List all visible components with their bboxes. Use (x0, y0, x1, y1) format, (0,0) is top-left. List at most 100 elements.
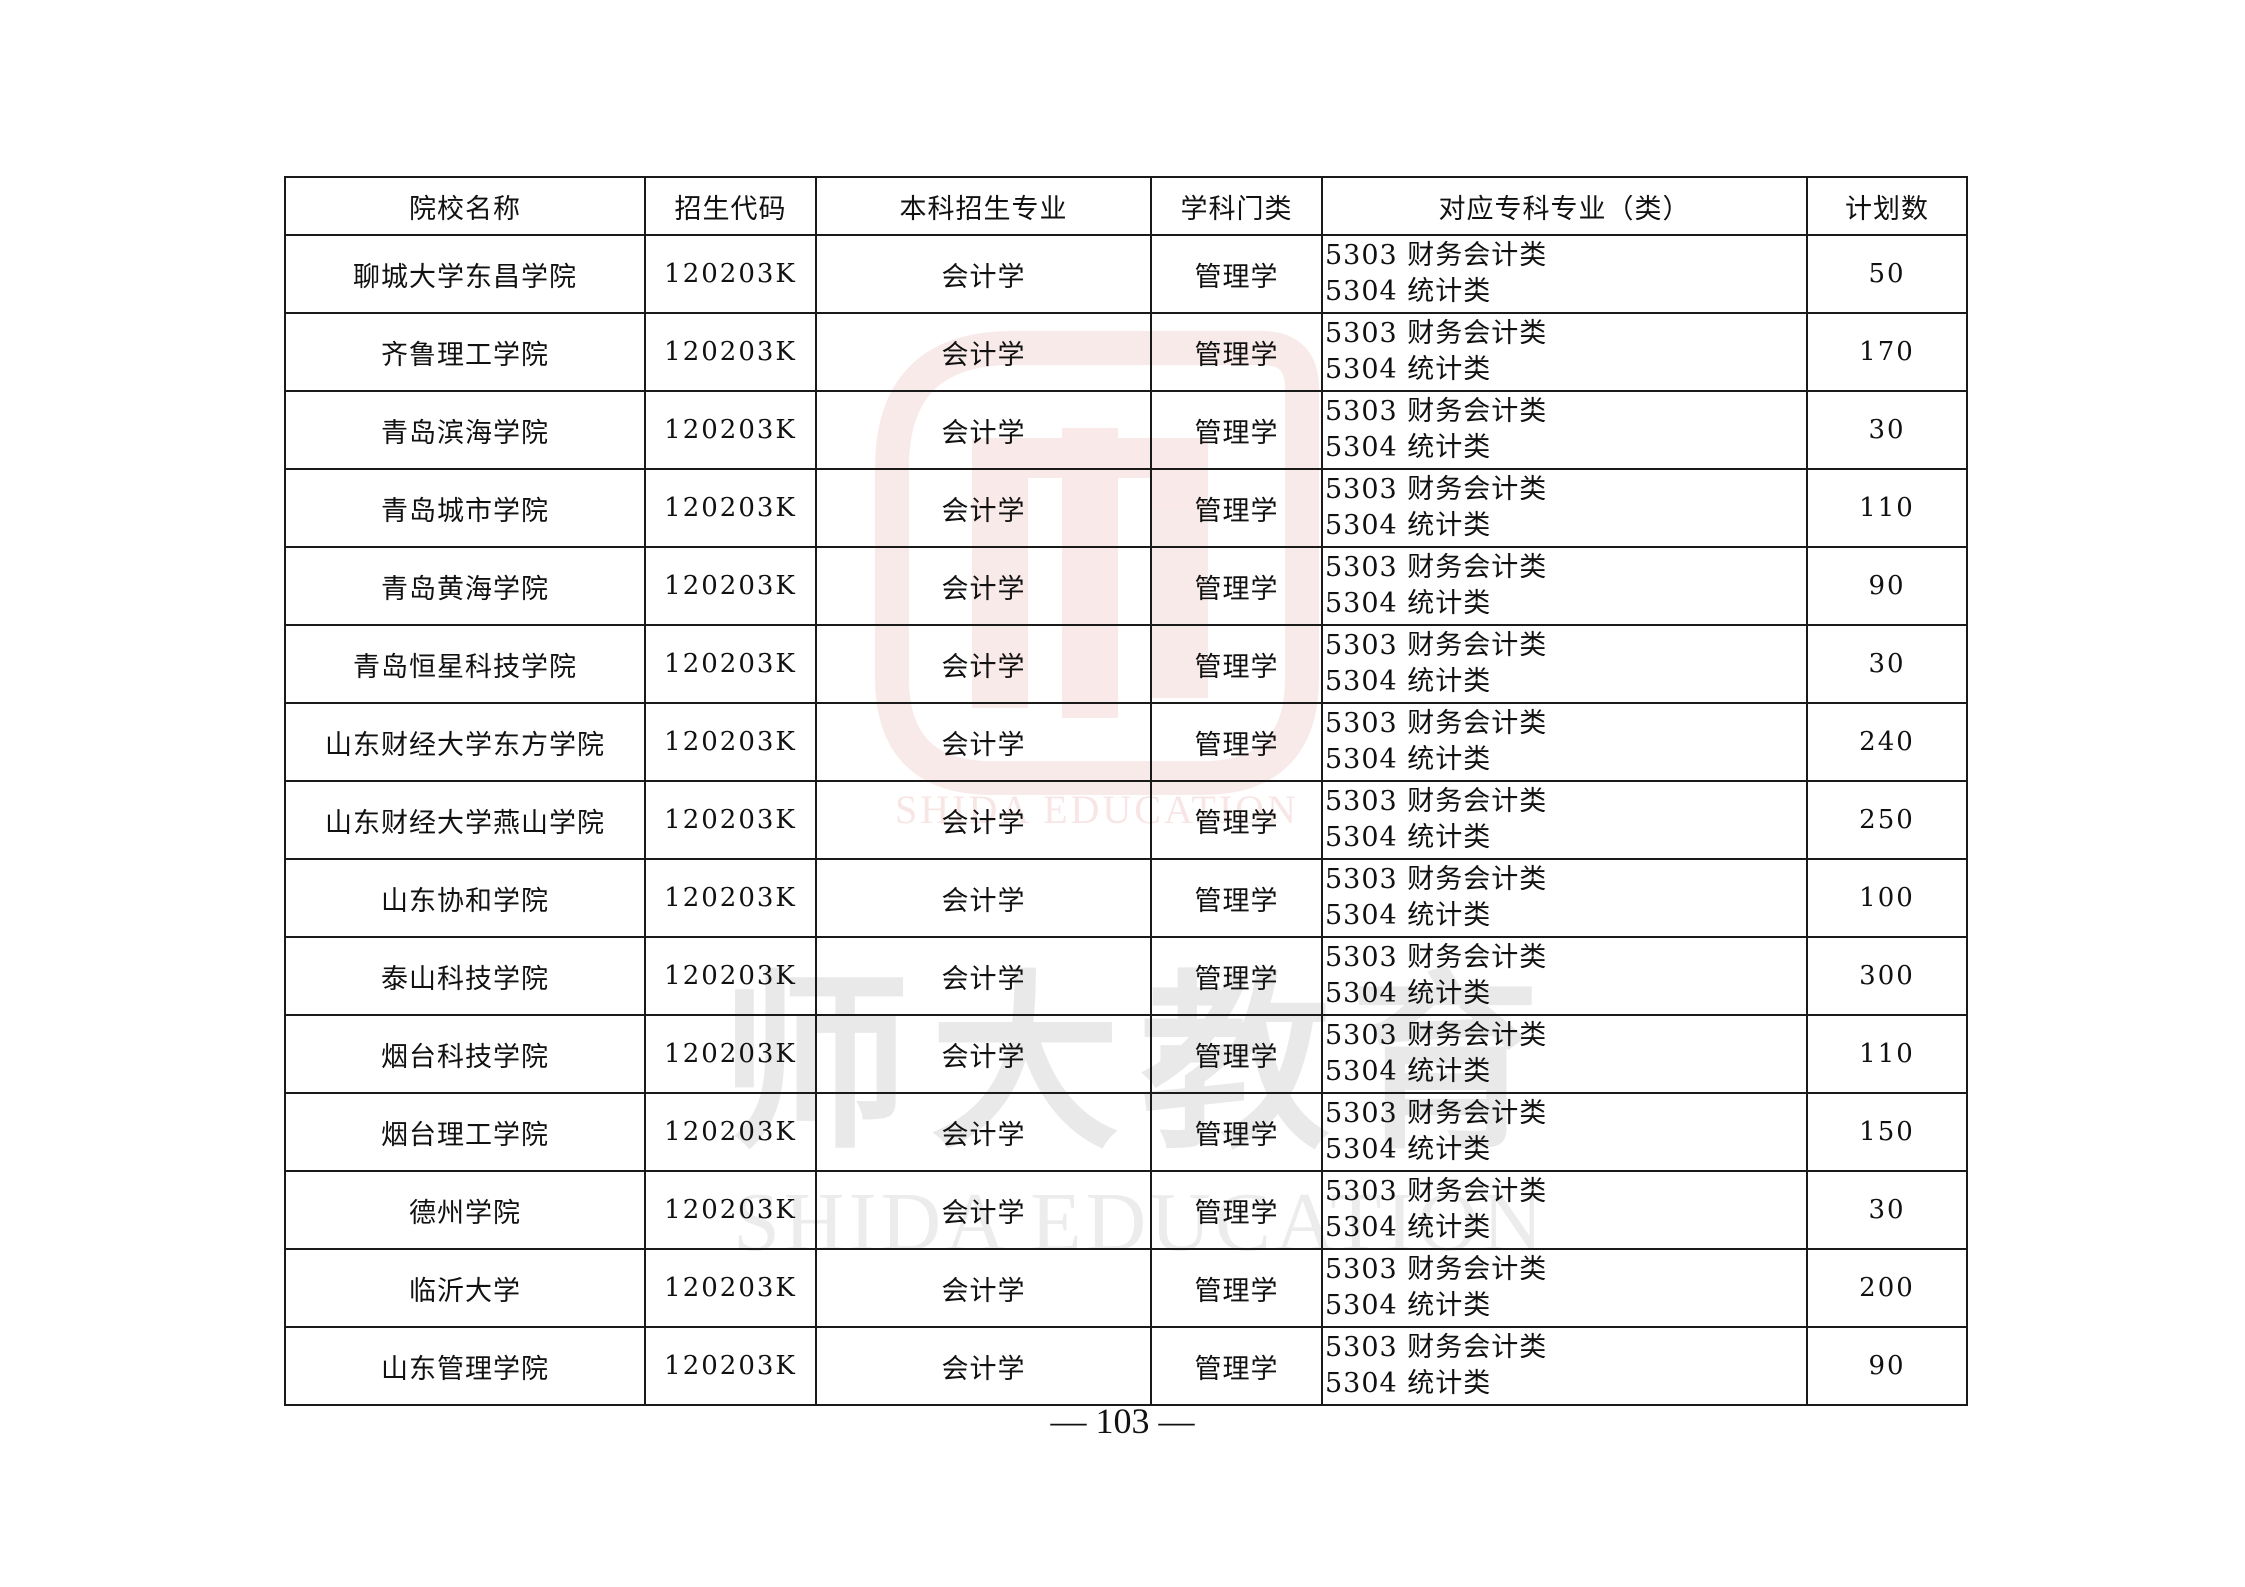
plan-cell: 90 (1806, 546, 1968, 626)
code-cell: 120203K (644, 1248, 817, 1328)
category-cell: 管理学 (1150, 546, 1323, 626)
table-row: 临沂大学 120203K 会计学 管理学 5303 财务会计类 5304 统计类… (284, 1248, 1968, 1328)
related-line: 5303 财务会计类 (1325, 1176, 1548, 1207)
major-cell: 会计学 (815, 546, 1152, 626)
related-cell: 5303 财务会计类 5304 统计类 (1321, 468, 1808, 548)
table-row: 青岛城市学院 120203K 会计学 管理学 5303 财务会计类 5304 统… (284, 468, 1968, 548)
related-cell: 5303 财务会计类 5304 统计类 (1321, 936, 1808, 1016)
related-cell: 5303 财务会计类 5304 统计类 (1321, 858, 1808, 938)
major-cell: 会计学 (815, 468, 1152, 548)
header-related: 对应专科专业（类） (1321, 176, 1808, 236)
school-cell: 青岛恒星科技学院 (284, 624, 646, 704)
category-cell: 管理学 (1150, 702, 1323, 782)
code-cell: 120203K (644, 1092, 817, 1172)
related-line: 5304 统计类 (1325, 1368, 1492, 1399)
category-cell: 管理学 (1150, 1014, 1323, 1094)
major-cell: 会计学 (815, 312, 1152, 392)
plan-cell: 50 (1806, 234, 1968, 314)
plan-cell: 30 (1806, 1170, 1968, 1250)
major-cell: 会计学 (815, 1092, 1152, 1172)
school-cell: 烟台理工学院 (284, 1092, 646, 1172)
related-cell: 5303 财务会计类 5304 统计类 (1321, 1170, 1808, 1250)
plan-cell: 90 (1806, 1326, 1968, 1406)
header-code: 招生代码 (644, 176, 817, 236)
code-cell: 120203K (644, 1326, 817, 1406)
related-cell: 5303 财务会计类 5304 统计类 (1321, 1014, 1808, 1094)
page-number: — 103 — (1050, 1401, 1195, 1441)
school-cell: 山东协和学院 (284, 858, 646, 938)
school-cell: 聊城大学东昌学院 (284, 234, 646, 314)
major-cell: 会计学 (815, 624, 1152, 704)
school-cell: 临沂大学 (284, 1248, 646, 1328)
related-cell: 5303 财务会计类 5304 统计类 (1321, 780, 1808, 860)
table-row: 烟台理工学院 120203K 会计学 管理学 5303 财务会计类 5304 统… (284, 1092, 1968, 1172)
related-line: 5303 财务会计类 (1325, 1020, 1548, 1051)
related-cell: 5303 财务会计类 5304 统计类 (1321, 234, 1808, 314)
related-line: 5304 统计类 (1325, 276, 1492, 307)
major-cell: 会计学 (815, 702, 1152, 782)
code-cell: 120203K (644, 546, 817, 626)
related-line: 5304 统计类 (1325, 900, 1492, 931)
table-row: 聊城大学东昌学院 120203K 会计学 管理学 5303 财务会计类 5304… (284, 234, 1968, 314)
plan-cell: 30 (1806, 390, 1968, 470)
school-cell: 山东财经大学东方学院 (284, 702, 646, 782)
table-row: 齐鲁理工学院 120203K 会计学 管理学 5303 财务会计类 5304 统… (284, 312, 1968, 392)
category-cell: 管理学 (1150, 780, 1323, 860)
related-line: 5304 统计类 (1325, 666, 1492, 697)
table-row: 青岛恒星科技学院 120203K 会计学 管理学 5303 财务会计类 5304… (284, 624, 1968, 704)
plan-cell: 300 (1806, 936, 1968, 1016)
related-line: 5303 财务会计类 (1325, 318, 1548, 349)
related-cell: 5303 财务会计类 5304 统计类 (1321, 1326, 1808, 1406)
code-cell: 120203K (644, 390, 817, 470)
header-major: 本科招生专业 (815, 176, 1152, 236)
category-cell: 管理学 (1150, 234, 1323, 314)
category-cell: 管理学 (1150, 312, 1323, 392)
related-cell: 5303 财务会计类 5304 统计类 (1321, 702, 1808, 782)
school-cell: 泰山科技学院 (284, 936, 646, 1016)
related-line: 5304 统计类 (1325, 1212, 1492, 1243)
related-cell: 5303 财务会计类 5304 统计类 (1321, 1092, 1808, 1172)
table-row: 山东财经大学燕山学院 120203K 会计学 管理学 5303 财务会计类 53… (284, 780, 1968, 860)
category-cell: 管理学 (1150, 858, 1323, 938)
table-row: 烟台科技学院 120203K 会计学 管理学 5303 财务会计类 5304 统… (284, 1014, 1968, 1094)
plan-cell: 110 (1806, 1014, 1968, 1094)
related-line: 5304 统计类 (1325, 510, 1492, 541)
code-cell: 120203K (644, 1170, 817, 1250)
document-page: SHIDA EDUCATION 师大教育 SHIDA EDUCATION 院校名… (0, 0, 2245, 1587)
related-line: 5304 统计类 (1325, 588, 1492, 619)
related-line: 5304 统计类 (1325, 822, 1492, 853)
major-cell: 会计学 (815, 780, 1152, 860)
category-cell: 管理学 (1150, 1248, 1323, 1328)
school-cell: 德州学院 (284, 1170, 646, 1250)
category-cell: 管理学 (1150, 390, 1323, 470)
code-cell: 120203K (644, 780, 817, 860)
table-header-row: 院校名称 招生代码 本科招生专业 学科门类 对应专科专业（类） 计划数 (284, 176, 1968, 236)
category-cell: 管理学 (1150, 1326, 1323, 1406)
major-cell: 会计学 (815, 234, 1152, 314)
header-category: 学科门类 (1150, 176, 1323, 236)
table-row: 青岛滨海学院 120203K 会计学 管理学 5303 财务会计类 5304 统… (284, 390, 1968, 470)
plan-cell: 170 (1806, 312, 1968, 392)
code-cell: 120203K (644, 468, 817, 548)
code-cell: 120203K (644, 624, 817, 704)
related-line: 5303 财务会计类 (1325, 786, 1548, 817)
category-cell: 管理学 (1150, 1170, 1323, 1250)
plan-cell: 110 (1806, 468, 1968, 548)
code-cell: 120203K (644, 936, 817, 1016)
related-cell: 5303 财务会计类 5304 统计类 (1321, 312, 1808, 392)
major-cell: 会计学 (815, 1014, 1152, 1094)
related-line: 5303 财务会计类 (1325, 630, 1548, 661)
category-cell: 管理学 (1150, 1092, 1323, 1172)
school-cell: 齐鲁理工学院 (284, 312, 646, 392)
category-cell: 管理学 (1150, 936, 1323, 1016)
related-line: 5303 财务会计类 (1325, 474, 1548, 505)
related-line: 5304 统计类 (1325, 1290, 1492, 1321)
school-cell: 青岛黄海学院 (284, 546, 646, 626)
related-cell: 5303 财务会计类 5304 统计类 (1321, 546, 1808, 626)
plan-cell: 30 (1806, 624, 1968, 704)
enrollment-plan-table: 院校名称 招生代码 本科招生专业 学科门类 对应专科专业（类） 计划数 聊城大学… (284, 176, 1968, 1406)
table-row: 泰山科技学院 120203K 会计学 管理学 5303 财务会计类 5304 统… (284, 936, 1968, 1016)
plan-cell: 150 (1806, 1092, 1968, 1172)
table-row: 山东协和学院 120203K 会计学 管理学 5303 财务会计类 5304 统… (284, 858, 1968, 938)
major-cell: 会计学 (815, 390, 1152, 470)
